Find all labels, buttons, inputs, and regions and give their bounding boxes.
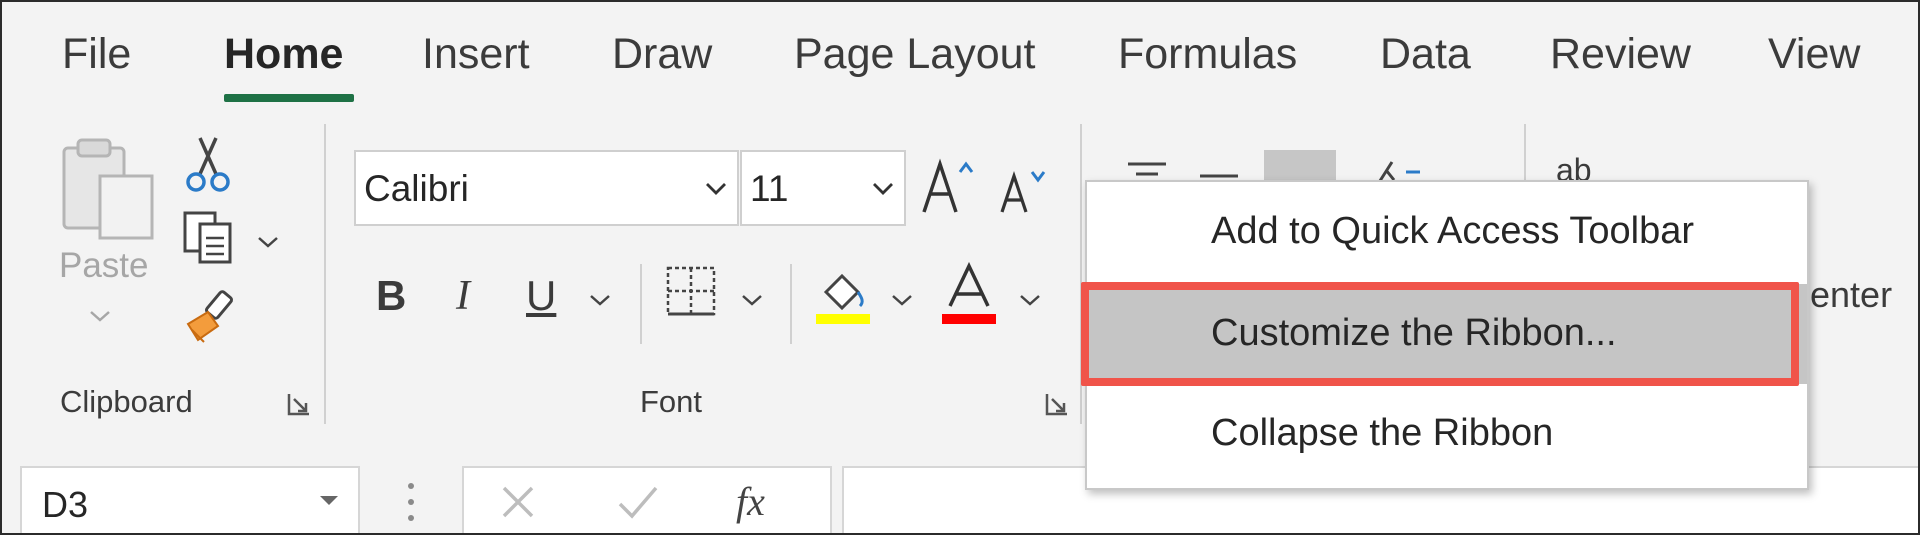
chevron-down-icon[interactable] bbox=[870, 172, 896, 206]
copy-icon[interactable] bbox=[182, 210, 236, 266]
font-color-icon[interactable] bbox=[940, 262, 998, 326]
fill-color-dropdown-chevron-icon[interactable] bbox=[890, 292, 914, 308]
bold-button[interactable]: B bbox=[376, 272, 406, 320]
font-name-value: Calibri bbox=[364, 168, 469, 209]
enter-check-icon[interactable] bbox=[616, 482, 660, 522]
menu-item-add-to-quick-access-toolbar[interactable]: Add to Quick Access Toolbar bbox=[1087, 182, 1807, 282]
paste-label[interactable]: Paste bbox=[59, 246, 149, 286]
clipboard-group-label: Clipboard bbox=[60, 384, 193, 419]
menu-item-collapse-the-ribbon[interactable]: Collapse the Ribbon bbox=[1087, 384, 1807, 484]
font-color-swatch bbox=[942, 314, 996, 324]
italic-button[interactable]: I bbox=[456, 272, 470, 320]
paste-icon[interactable] bbox=[60, 136, 160, 244]
active-tab-indicator bbox=[224, 94, 354, 102]
clipboard-dialog-launcher-icon[interactable] bbox=[286, 391, 312, 417]
name-box-dropdown-icon[interactable] bbox=[318, 494, 340, 508]
tab-view[interactable]: View bbox=[1768, 30, 1860, 79]
font-divider bbox=[640, 264, 642, 344]
font-group-label: Font bbox=[640, 384, 703, 419]
tab-insert[interactable]: Insert bbox=[422, 30, 530, 79]
font-size-value: 11 bbox=[750, 168, 789, 209]
name-box[interactable]: D3 bbox=[20, 466, 360, 533]
formula-bar-grip-icon[interactable] bbox=[406, 478, 416, 526]
excel-window: File Home Insert Draw Page Layout Formul… bbox=[0, 0, 1920, 535]
fill-color-icon[interactable] bbox=[814, 264, 872, 326]
paste-dropdown-chevron-icon[interactable] bbox=[88, 308, 112, 324]
copy-dropdown-chevron-icon[interactable] bbox=[256, 234, 280, 250]
decrease-font-size-icon[interactable] bbox=[998, 164, 1050, 216]
format-painter-icon[interactable] bbox=[182, 290, 238, 346]
tab-home[interactable]: Home bbox=[224, 30, 343, 79]
menu-item-label: Collapse the Ribbon bbox=[1211, 412, 1554, 454]
menu-item-label: Add to Quick Access Toolbar bbox=[1211, 210, 1694, 252]
underline-dropdown-chevron-icon[interactable] bbox=[588, 292, 612, 308]
increase-font-size-icon[interactable] bbox=[920, 156, 976, 216]
ribbon-tabs: File Home Insert Draw Page Layout Formul… bbox=[2, 2, 1918, 114]
group-divider bbox=[324, 124, 326, 424]
name-box-value: D3 bbox=[42, 484, 89, 525]
font-name-combobox[interactable]: Calibri bbox=[354, 150, 739, 226]
font-color-dropdown-chevron-icon[interactable] bbox=[1018, 292, 1042, 308]
underline-button[interactable]: U bbox=[526, 272, 556, 320]
tab-page-layout[interactable]: Page Layout bbox=[794, 30, 1035, 79]
font-size-combobox[interactable]: 11 bbox=[740, 150, 906, 226]
tab-formulas[interactable]: Formulas bbox=[1118, 30, 1297, 79]
merge-center-partial-label[interactable]: enter bbox=[1810, 274, 1892, 316]
chevron-down-icon[interactable] bbox=[703, 172, 729, 206]
borders-dropdown-chevron-icon[interactable] bbox=[740, 292, 764, 308]
formula-buttons: fx bbox=[462, 466, 832, 533]
tab-draw[interactable]: Draw bbox=[612, 30, 712, 79]
font-divider bbox=[790, 264, 792, 344]
tab-review[interactable]: Review bbox=[1550, 30, 1691, 79]
tab-data[interactable]: Data bbox=[1380, 30, 1471, 79]
fill-color-swatch bbox=[816, 314, 870, 324]
cancel-icon[interactable] bbox=[498, 482, 538, 522]
cut-icon[interactable] bbox=[186, 134, 230, 194]
borders-icon[interactable] bbox=[664, 264, 718, 318]
tab-file[interactable]: File bbox=[62, 30, 131, 79]
highlight-annotation-box bbox=[1081, 282, 1799, 386]
insert-function-button[interactable]: fx bbox=[736, 478, 765, 525]
font-dialog-launcher-icon[interactable] bbox=[1044, 391, 1070, 417]
